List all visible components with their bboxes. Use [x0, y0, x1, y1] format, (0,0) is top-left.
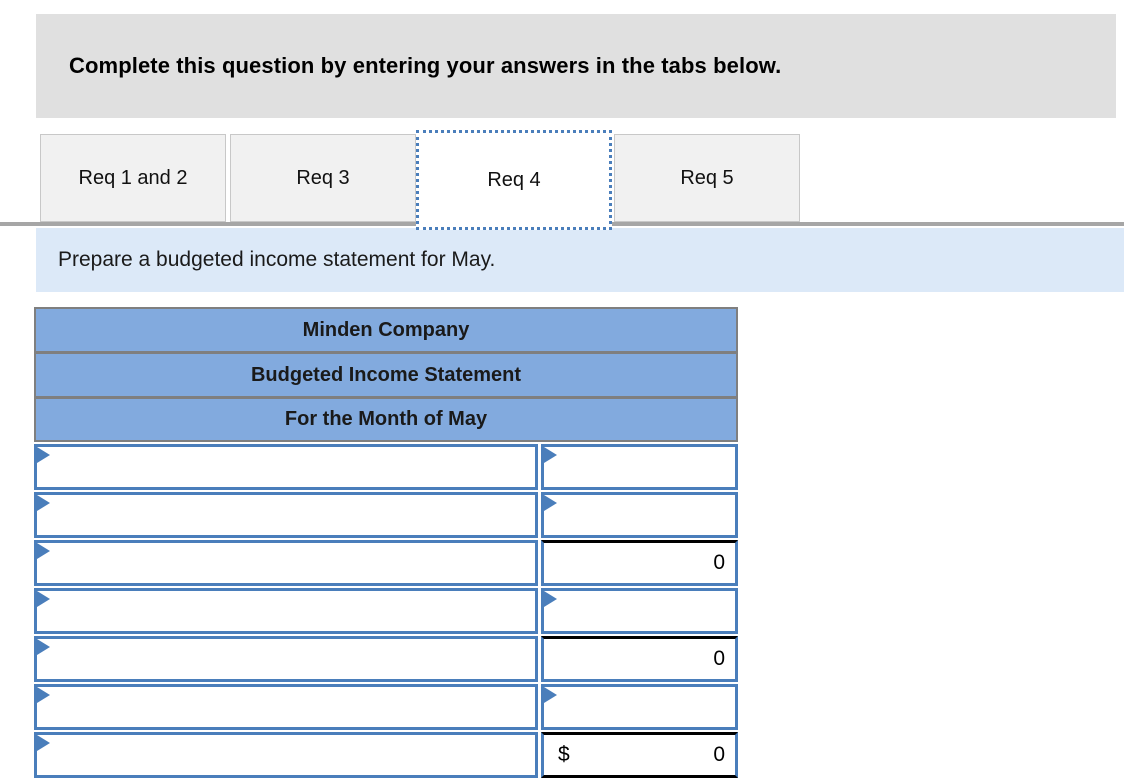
amount-value: 0 — [713, 743, 725, 766]
statement-company-name: Minden Company — [302, 318, 470, 341]
question-banner-text: Complete this question by entering your … — [69, 53, 782, 78]
statement-amount-input[interactable] — [541, 444, 738, 490]
tab-label: Req 3 — [296, 166, 350, 189]
question-banner: Complete this question by entering your … — [36, 14, 1116, 118]
statement-line-label-select[interactable] — [34, 492, 538, 538]
table-row: 0 — [34, 540, 738, 586]
amount-value: 0 — [713, 551, 725, 574]
requirement-tabstrip: Req 1 and 2 Req 3 Req 4 Req 5 — [0, 130, 1124, 230]
requirement-instruction-bar: Prepare a budgeted income statement for … — [36, 228, 1124, 292]
statement-title-row-company: Minden Company — [34, 307, 738, 352]
table-row — [34, 492, 738, 538]
table-row — [34, 684, 738, 730]
statement-amount-inner: $0 — [544, 735, 735, 775]
table-row: 0 — [34, 636, 738, 682]
table-row — [34, 444, 738, 490]
statement-amount-inner — [544, 447, 735, 487]
statement-line-label-select[interactable] — [34, 636, 538, 682]
statement-line-label-select[interactable] — [34, 684, 538, 730]
statement-line-label-select[interactable] — [34, 732, 538, 778]
requirement-instruction-text: Prepare a budgeted income statement for … — [58, 248, 496, 271]
tab-label: Req 4 — [487, 168, 541, 191]
statement-line-label-value — [37, 495, 535, 535]
statement-amount-input[interactable]: 0 — [541, 540, 738, 586]
tab-label: Req 1 and 2 — [78, 166, 188, 189]
tab-req-4[interactable]: Req 4 — [416, 130, 612, 230]
statement-name: Budgeted Income Statement — [250, 363, 522, 386]
table-row — [34, 588, 738, 634]
statement-line-label-value — [37, 591, 535, 631]
table-row: $0 — [34, 732, 738, 778]
statement-amount-input[interactable] — [541, 492, 738, 538]
statement-amount-input[interactable]: $0 — [541, 732, 738, 778]
statement-line-label-select[interactable] — [34, 444, 538, 490]
statement-line-label-value — [37, 447, 535, 487]
statement-title-row-period: For the Month of May — [34, 397, 738, 442]
statement-amount-inner — [544, 687, 735, 727]
tab-label: Req 5 — [680, 166, 734, 189]
statement-line-label-value — [37, 543, 535, 583]
statement-line-label-value — [37, 687, 535, 727]
statement-period: For the Month of May — [284, 408, 488, 430]
statement-line-label-select[interactable] — [34, 540, 538, 586]
amount-value: 0 — [713, 647, 725, 670]
tab-req-3[interactable]: Req 3 — [230, 134, 416, 222]
statement-amount-inner — [544, 591, 735, 631]
tab-req-5[interactable]: Req 5 — [614, 134, 800, 222]
statement-rows: 0 0 $0 — [34, 444, 738, 778]
statement-amount-inner — [544, 495, 735, 535]
statement-line-label-value — [37, 639, 535, 679]
tab-req-1-and-2[interactable]: Req 1 and 2 — [40, 134, 226, 222]
statement-amount-input[interactable] — [541, 684, 738, 730]
statement-title-row-statement: Budgeted Income Statement — [34, 352, 738, 397]
statement-amount-inner: 0 — [544, 639, 735, 679]
statement-amount-input[interactable] — [541, 588, 738, 634]
page-root: Complete this question by entering your … — [0, 0, 1124, 784]
statement-line-label-select[interactable] — [34, 588, 538, 634]
currency-symbol: $ — [558, 743, 570, 766]
budgeted-income-statement-table: Minden Company Budgeted Income Statement… — [34, 307, 738, 778]
statement-amount-input[interactable]: 0 — [541, 636, 738, 682]
statement-line-label-value — [37, 735, 535, 775]
statement-amount-inner: 0 — [544, 543, 735, 583]
